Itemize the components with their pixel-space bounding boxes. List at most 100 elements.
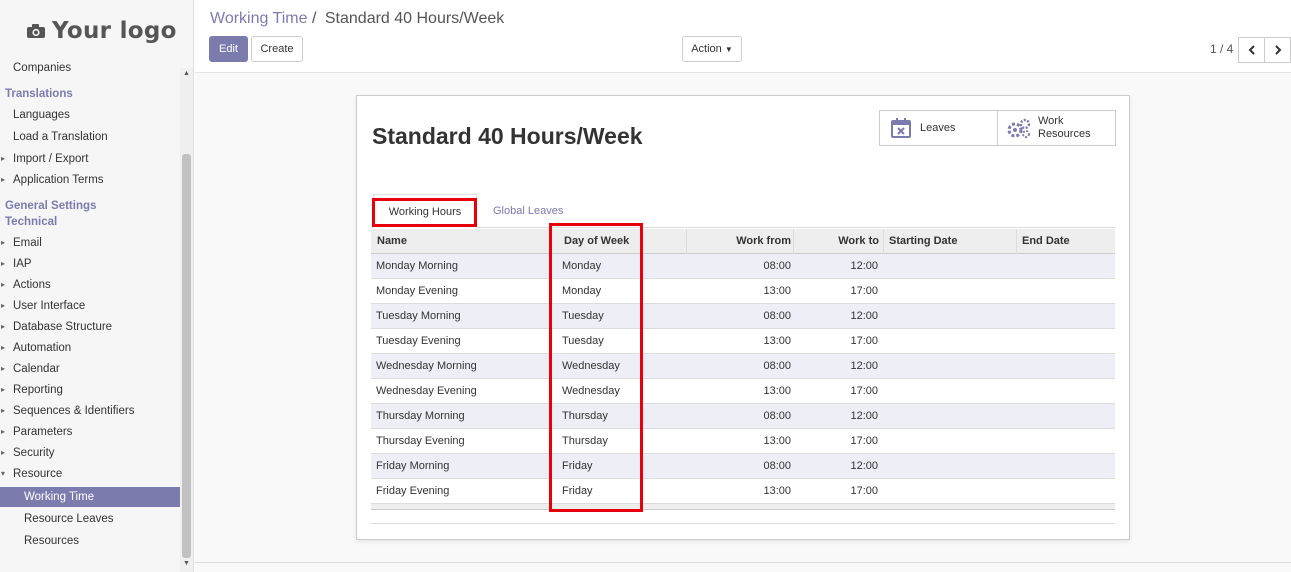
sidebar: Your logo Companies Translations Languages…: [0, 0, 194, 572]
chevron-right-icon: [1274, 45, 1281, 55]
sidebar-item-reporting[interactable]: Reporting: [0, 380, 180, 400]
notebook-tabs: Working Hours Global Leaves: [371, 194, 1115, 228]
cell-name: Friday Evening: [376, 485, 450, 497]
sidebar-item-sequences-identifiers[interactable]: Sequences & Identifiers: [0, 401, 180, 421]
breadcrumb-parent-link[interactable]: Working Time: [210, 10, 308, 27]
cell-work-from: 08:00: [763, 410, 791, 422]
table-row[interactable]: Friday Morning Friday 08:00 12:00: [371, 454, 1115, 479]
action-label: Action: [691, 43, 722, 55]
table-row[interactable]: Wednesday Evening Wednesday 13:00 17:00: [371, 379, 1115, 404]
sidebar-item-user-interface[interactable]: User Interface: [0, 296, 180, 316]
sidebar-item-resource-leaves[interactable]: Resource Leaves: [0, 509, 180, 529]
cell-work-to: 17:00: [850, 435, 878, 447]
cell-name: Friday Morning: [376, 460, 450, 472]
pager-value[interactable]: 1 / 4: [1210, 42, 1233, 56]
sidebar-item-security[interactable]: Security: [0, 443, 180, 463]
sidebar-item-resources[interactable]: Resources: [0, 531, 180, 551]
cell-work-to: 17:00: [850, 385, 878, 397]
sidebar-item-actions[interactable]: Actions: [0, 275, 180, 295]
column-header-starting-date[interactable]: Starting Date: [883, 229, 1016, 254]
cell-name: Tuesday Morning: [376, 310, 461, 322]
cell-work-from: 08:00: [763, 260, 791, 272]
cell-name: Thursday Evening: [376, 435, 465, 447]
working-hours-tab-highlight: [372, 198, 477, 227]
sidebar-item-companies[interactable]: Companies: [0, 58, 180, 78]
content-bottom-divider: [195, 562, 1291, 563]
table-row[interactable]: Thursday Evening Thursday 13:00 17:00: [371, 429, 1115, 454]
pager-previous-button[interactable]: [1238, 37, 1265, 63]
cell-work-from: 13:00: [763, 435, 791, 447]
camera-icon: [26, 23, 46, 39]
pager-next-button[interactable]: [1264, 37, 1291, 63]
cell-name: Wednesday Evening: [376, 385, 477, 397]
edit-button[interactable]: Edit: [209, 36, 248, 62]
sidebar-item-load-a-translation[interactable]: Load a Translation: [0, 127, 180, 147]
scroll-down-arrow-icon[interactable]: ▼: [180, 560, 193, 570]
grid-header: Name Day of Week Work from Work to Start…: [371, 229, 1115, 254]
sidebar-item-application-terms[interactable]: Application Terms: [0, 170, 180, 190]
column-header-name[interactable]: Name: [377, 229, 407, 254]
column-header-end-date[interactable]: End Date: [1016, 229, 1115, 254]
table-row[interactable]: Thursday Morning Thursday 08:00 12:00: [371, 404, 1115, 429]
scrollbar-thumb[interactable]: [182, 154, 191, 558]
grid-footer: [371, 504, 1115, 510]
cell-work-from: 08:00: [763, 460, 791, 472]
sidebar-item-resource[interactable]: Resource: [0, 464, 180, 484]
sidebar-scrollbar[interactable]: ▲ ▼: [180, 68, 193, 572]
sidebar-item-database-structure[interactable]: Database Structure: [0, 317, 180, 337]
cell-name: Tuesday Evening: [376, 335, 461, 347]
record-title: Standard 40 Hours/Week: [372, 123, 643, 149]
company-logo[interactable]: Your logo: [26, 18, 177, 44]
cell-work-to: 12:00: [850, 410, 878, 422]
form-sheet: Standard 40 Hours/Week Leaves Work Resou: [356, 95, 1130, 540]
cell-name: Monday Morning: [376, 260, 458, 272]
calendar-x-icon: [886, 116, 916, 140]
breadcrumb-current: Standard 40 Hours/Week: [324, 10, 505, 27]
sidebar-item-languages[interactable]: Languages: [0, 105, 180, 125]
cell-work-to: 12:00: [850, 310, 878, 322]
gears-icon: [1004, 116, 1034, 140]
cell-work-from: 13:00: [763, 285, 791, 297]
sidebar-item-iap[interactable]: IAP: [0, 254, 180, 274]
cell-work-from: 08:00: [763, 310, 791, 322]
table-row[interactable]: Monday Evening Monday 13:00 17:00: [371, 279, 1115, 304]
logo-text: Your logo: [52, 18, 177, 44]
sidebar-item-import-export[interactable]: Import / Export: [0, 149, 180, 169]
cell-work-to: 12:00: [850, 460, 878, 472]
work-resources-smart-button[interactable]: Work Resources: [997, 110, 1116, 146]
scroll-up-arrow-icon[interactable]: ▲: [180, 70, 193, 80]
sidebar-item-technical[interactable]: Technical: [0, 212, 180, 232]
table-row[interactable]: Wednesday Morning Wednesday 08:00 12:00: [371, 354, 1115, 379]
table-row[interactable]: Monday Morning Monday 08:00 12:00: [371, 254, 1115, 279]
breadcrumb: Working Time / Standard 40 Hours/Week: [210, 10, 504, 28]
cell-work-to: 12:00: [850, 260, 878, 272]
leaves-smart-button[interactable]: Leaves: [879, 110, 998, 146]
table-row[interactable]: Tuesday Morning Tuesday 08:00 12:00: [371, 304, 1115, 329]
caret-down-icon: ▼: [724, 45, 733, 54]
cell-work-to: 17:00: [850, 335, 878, 347]
sidebar-item-parameters[interactable]: Parameters: [0, 422, 180, 442]
cell-name: Wednesday Morning: [376, 360, 477, 372]
sidebar-item-automation[interactable]: Automation: [0, 338, 180, 358]
create-button[interactable]: Create: [251, 36, 303, 62]
cell-work-from: 13:00: [763, 485, 791, 497]
action-dropdown-button[interactable]: Action ▼: [682, 36, 742, 62]
cell-name: Thursday Morning: [376, 410, 465, 422]
work-resources-label-line2: Resources: [1038, 128, 1091, 140]
column-header-work-from[interactable]: Work from: [686, 229, 793, 254]
cell-work-to: 17:00: [850, 485, 878, 497]
sidebar-item-translations[interactable]: Translations: [0, 84, 180, 104]
table-row[interactable]: Tuesday Evening Tuesday 13:00 17:00: [371, 329, 1115, 354]
sidebar-item-working-time[interactable]: Working Time: [0, 487, 180, 507]
cell-work-to: 17:00: [850, 285, 878, 297]
chevron-left-icon: [1248, 45, 1255, 55]
column-header-work-to[interactable]: Work to: [793, 229, 883, 254]
work-resources-label: Work Resources: [1038, 115, 1091, 141]
sidebar-item-calendar[interactable]: Calendar: [0, 359, 180, 379]
sidebar-item-email[interactable]: Email: [0, 233, 180, 253]
table-row[interactable]: Friday Evening Friday 13:00 17:00: [371, 479, 1115, 504]
work-resources-label-line1: Work: [1038, 115, 1064, 127]
sheet-bottom-divider: [371, 523, 1115, 524]
cell-name: Monday Evening: [376, 285, 458, 297]
cell-work-from: 08:00: [763, 360, 791, 372]
